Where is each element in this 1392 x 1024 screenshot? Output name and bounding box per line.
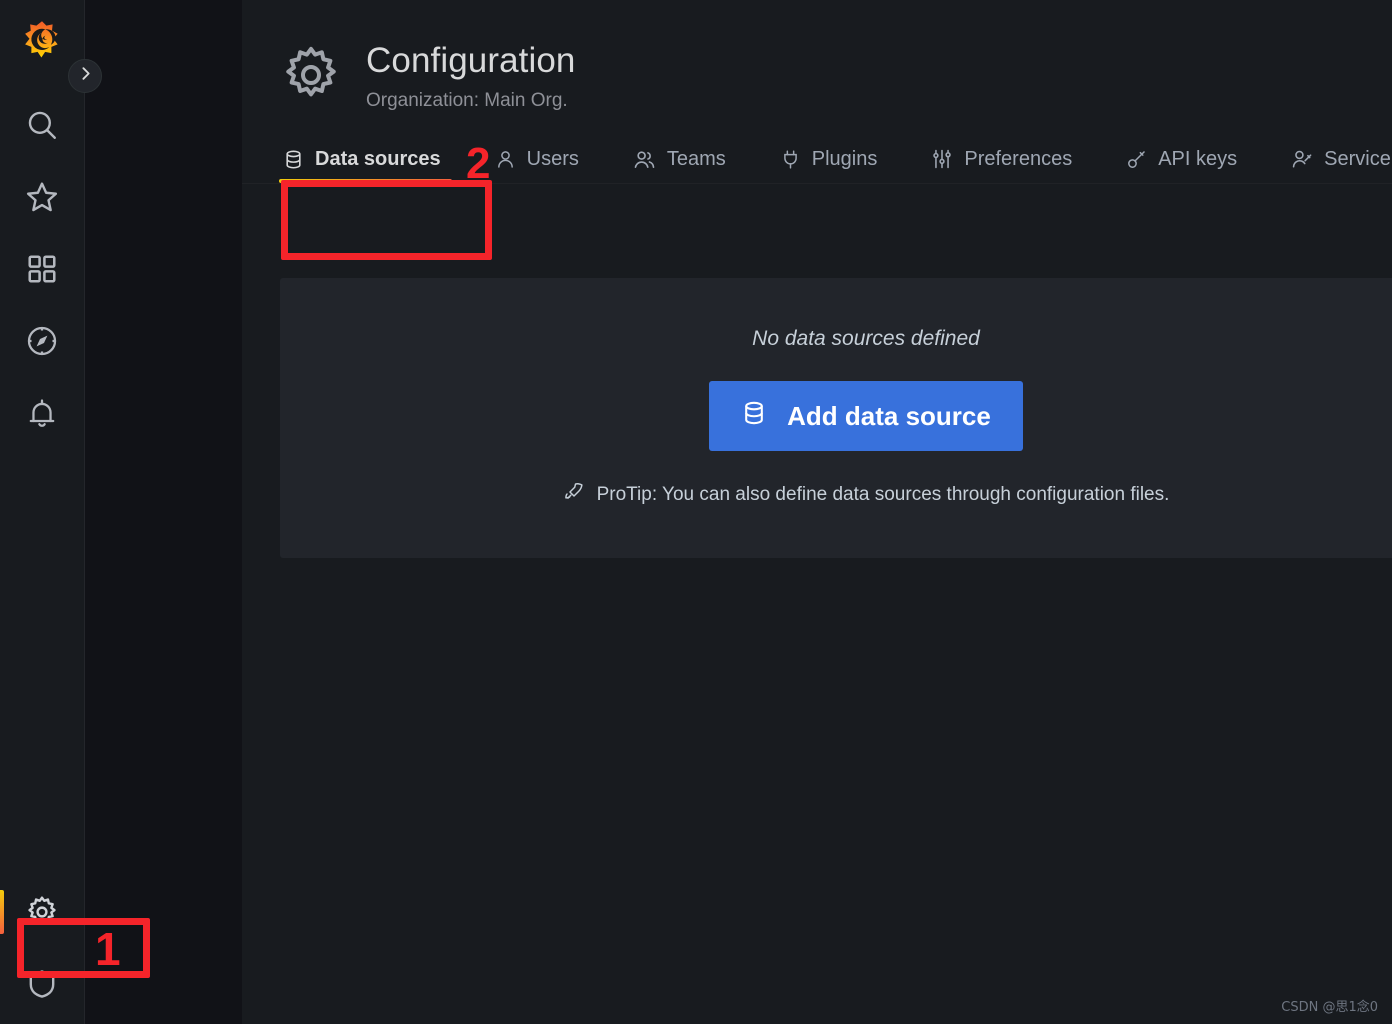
tab-label: Data sources bbox=[315, 147, 441, 170]
page-title: Configuration bbox=[366, 41, 576, 80]
database-icon bbox=[741, 400, 767, 433]
tab-label: Preferences bbox=[964, 147, 1073, 170]
apps-grid-icon bbox=[26, 253, 58, 285]
shield-icon bbox=[26, 968, 58, 1000]
nav-bottom-items bbox=[0, 876, 85, 1024]
tab-label: API keys bbox=[1158, 147, 1238, 170]
configuration-tabbar: Data sources Users Teams Plugins Prefere… bbox=[242, 134, 1392, 184]
sliders-icon bbox=[931, 148, 953, 170]
protip-text: ProTip: You can also define data sources… bbox=[596, 484, 1170, 505]
page-subtitle: Organization: Main Org. bbox=[366, 90, 568, 111]
left-nav-rail bbox=[0, 0, 85, 1024]
tab-label: Users bbox=[526, 147, 579, 170]
page-header-text: Configuration Organization: Main Org. bbox=[366, 40, 576, 112]
user-key-icon bbox=[1291, 148, 1313, 170]
empty-state-message: No data sources defined bbox=[752, 327, 980, 350]
sidebar-item-search[interactable] bbox=[0, 89, 85, 161]
add-data-source-label: Add data source bbox=[787, 400, 991, 431]
sidebar-item-explore[interactable] bbox=[0, 305, 85, 377]
users-icon bbox=[633, 148, 656, 171]
sidebar-item-configuration[interactable] bbox=[0, 876, 85, 948]
search-icon bbox=[25, 108, 59, 142]
chevron-right-icon bbox=[77, 65, 94, 87]
sidebar-item-starred[interactable] bbox=[0, 161, 85, 233]
protip-row: ProTip: You can also define data sources… bbox=[563, 481, 1170, 509]
plug-icon bbox=[780, 149, 801, 170]
bell-icon bbox=[26, 397, 58, 429]
tab-label: Plugins bbox=[811, 147, 878, 170]
database-icon bbox=[283, 149, 304, 170]
gear-icon bbox=[25, 895, 59, 929]
sidebar-item-alerting[interactable] bbox=[0, 377, 85, 449]
sidebar-item-dashboards[interactable] bbox=[0, 233, 85, 305]
tab-plugins[interactable]: Plugins bbox=[778, 135, 891, 183]
grafana-configuration-page: Configuration Organization: Main Org. Da… bbox=[0, 0, 1392, 1024]
sidebar-item-server-admin[interactable] bbox=[0, 948, 85, 1020]
tab-teams[interactable]: Teams bbox=[631, 135, 739, 183]
page-header: Configuration Organization: Main Org. bbox=[242, 0, 1392, 112]
nav-primary-items bbox=[0, 89, 85, 449]
add-data-source-button[interactable]: Add data source bbox=[709, 381, 1023, 451]
tab-label: Service accounts bbox=[1324, 147, 1392, 170]
user-icon bbox=[495, 149, 516, 170]
tab-label: Teams bbox=[666, 147, 726, 170]
tab-users[interactable]: Users bbox=[493, 135, 592, 183]
main-content: Configuration Organization: Main Org. Da… bbox=[242, 0, 1392, 1024]
tab-data-sources[interactable]: Data sources bbox=[279, 135, 454, 183]
key-icon bbox=[1126, 149, 1147, 170]
data-sources-empty-state: No data sources defined Add data source bbox=[280, 278, 1392, 558]
tab-preferences[interactable]: Preferences bbox=[929, 135, 1085, 183]
annotation-number-1: 1 bbox=[95, 923, 121, 975]
tab-api-keys[interactable]: API keys bbox=[1124, 135, 1250, 183]
expand-nav-button[interactable] bbox=[68, 59, 102, 93]
data-sources-panel: No data sources defined Add data source bbox=[280, 278, 1392, 558]
tab-service-accounts[interactable]: Service accounts bbox=[1289, 135, 1392, 183]
star-icon bbox=[25, 180, 59, 214]
grafana-logo[interactable] bbox=[21, 19, 63, 61]
page-header-gear-icon bbox=[280, 44, 342, 106]
compass-icon bbox=[25, 324, 59, 358]
csdn-watermark: CSDN @思1念0 bbox=[1281, 1000, 1378, 1015]
rocket-icon bbox=[563, 481, 585, 509]
